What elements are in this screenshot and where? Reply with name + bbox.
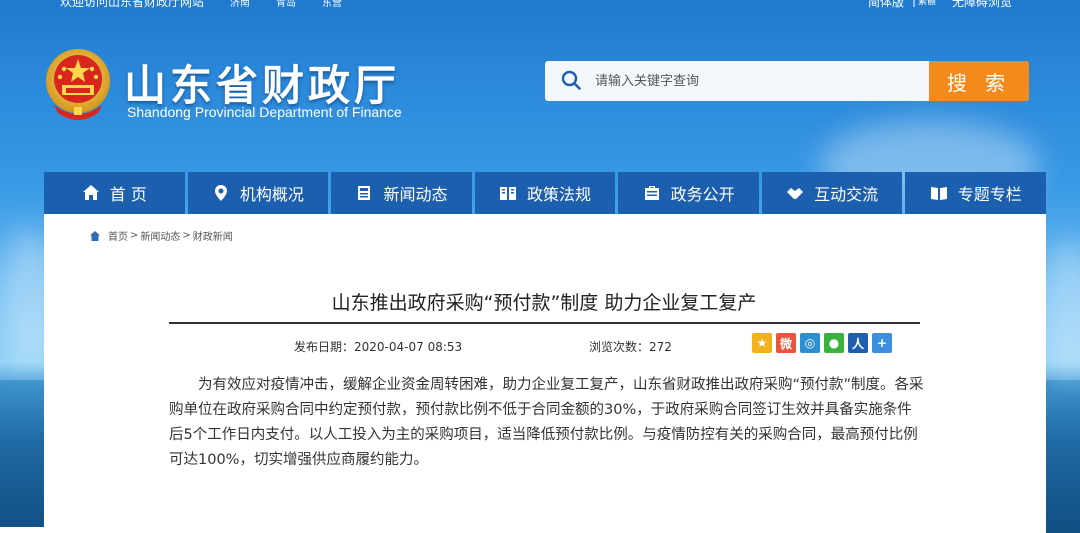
breadcrumb: 首页 > 新闻动态 > 财政新闻 bbox=[89, 228, 233, 243]
search-icon bbox=[561, 70, 581, 90]
nav-item-label: 专题专栏 bbox=[957, 185, 1022, 204]
location-pin-icon bbox=[214, 185, 227, 201]
article-title: 山东推出政府采购“预付款”制度 助力企业复工复产 bbox=[331, 292, 757, 314]
bottom-strip bbox=[0, 527, 213, 533]
background-cloud bbox=[1040, 240, 1080, 380]
traditional-chinese-link[interactable]: 繁體 bbox=[918, 0, 936, 7]
city-link[interactable]: 济南 bbox=[230, 0, 250, 9]
nav-item-organization[interactable]: 机构概况 bbox=[187, 172, 329, 214]
nav-item-label: 首 页 bbox=[109, 185, 147, 204]
city-link[interactable]: 青岛 bbox=[276, 0, 296, 9]
breadcrumb-finance-news[interactable]: 财政新闻 bbox=[193, 228, 233, 243]
nav-item-label: 新闻动态 bbox=[383, 185, 448, 204]
home-icon bbox=[82, 185, 99, 200]
nav-item-home[interactable]: 首 页 bbox=[44, 172, 185, 214]
publish-date: 发布日期：2020-04-07 08:53 bbox=[294, 338, 462, 355]
nav-item-label: 机构概况 bbox=[239, 185, 304, 204]
content-panel: 首页 > 新闻动态 > 财政新闻 山东推出政府采购“预付款”制度 助力企业复工复… bbox=[44, 214, 1046, 533]
nav-item-special-topics[interactable]: 专题专栏 bbox=[905, 172, 1047, 214]
title-divider bbox=[169, 322, 920, 324]
home-icon bbox=[90, 230, 100, 241]
handshake-icon bbox=[787, 188, 804, 199]
more-plus-icon[interactable]: + bbox=[872, 333, 892, 353]
top-bar: 欢迎访问山东省财政厅网站 济南 青岛 东营 简体版 | 繁體 无障碍浏览 bbox=[0, 0, 1080, 10]
breadcrumb-separator: > bbox=[182, 230, 191, 241]
article-body: 为有效应对疫情冲击，缓解企业资金周转困难，助力企业复工复产，山东省财政推出政府采… bbox=[169, 377, 924, 468]
simplified-chinese-link[interactable]: 简体版 bbox=[868, 0, 904, 10]
nav-item-label: 互动交流 bbox=[814, 185, 879, 204]
nav-item-interaction[interactable]: 互动交流 bbox=[761, 172, 903, 214]
nav-item-policy[interactable]: 政策法规 bbox=[474, 172, 616, 214]
news-icon bbox=[358, 186, 371, 200]
view-count-label: 浏览次数： bbox=[589, 340, 650, 354]
breadcrumb-news[interactable]: 新闻动态 bbox=[140, 228, 180, 243]
renren-icon[interactable]: 人 bbox=[848, 333, 868, 353]
tencent-weibo-icon[interactable]: ◎ bbox=[800, 333, 820, 353]
main-nav: 首 页 机构概况 新闻动态 政策法规 政务公开 互动交流 专题专栏 bbox=[44, 172, 1047, 214]
nav-item-news[interactable]: 新闻动态 bbox=[331, 172, 472, 214]
national-emblem-icon bbox=[46, 49, 110, 120]
search-button[interactable]: 搜 索 bbox=[929, 61, 1029, 101]
wechat-icon[interactable]: ● bbox=[824, 333, 844, 353]
qzone-star-icon[interactable]: ★ bbox=[752, 333, 772, 353]
view-count: 浏览次数：272 bbox=[589, 338, 672, 355]
publish-date-value: 2020-04-07 08:53 bbox=[354, 340, 463, 354]
breadcrumb-home[interactable]: 首页 bbox=[108, 228, 128, 243]
share-bar: ★ 微 ◎ ● 人 + bbox=[752, 333, 892, 353]
divider: | bbox=[912, 0, 917, 7]
book-icon bbox=[500, 187, 517, 200]
briefcase-icon bbox=[644, 186, 659, 200]
nav-item-label: 政策法规 bbox=[527, 185, 592, 204]
site-subtitle: Shandong Provincial Department of Financ… bbox=[127, 104, 402, 120]
view-count-value: 272 bbox=[649, 340, 672, 354]
open-book-icon bbox=[930, 187, 947, 200]
nav-item-government-affairs[interactable]: 政务公开 bbox=[618, 172, 759, 214]
accessibility-link[interactable]: 无障碍浏览 bbox=[952, 0, 1012, 10]
nav-item-label: 政务公开 bbox=[670, 185, 735, 204]
city-link[interactable]: 东营 bbox=[322, 0, 342, 9]
search-input[interactable] bbox=[595, 61, 915, 101]
welcome-text: 欢迎访问山东省财政厅网站 bbox=[60, 0, 205, 9]
weibo-icon[interactable]: 微 bbox=[776, 333, 796, 353]
search-bar bbox=[545, 61, 930, 101]
breadcrumb-separator: > bbox=[130, 230, 139, 241]
publish-date-label: 发布日期： bbox=[294, 340, 355, 354]
